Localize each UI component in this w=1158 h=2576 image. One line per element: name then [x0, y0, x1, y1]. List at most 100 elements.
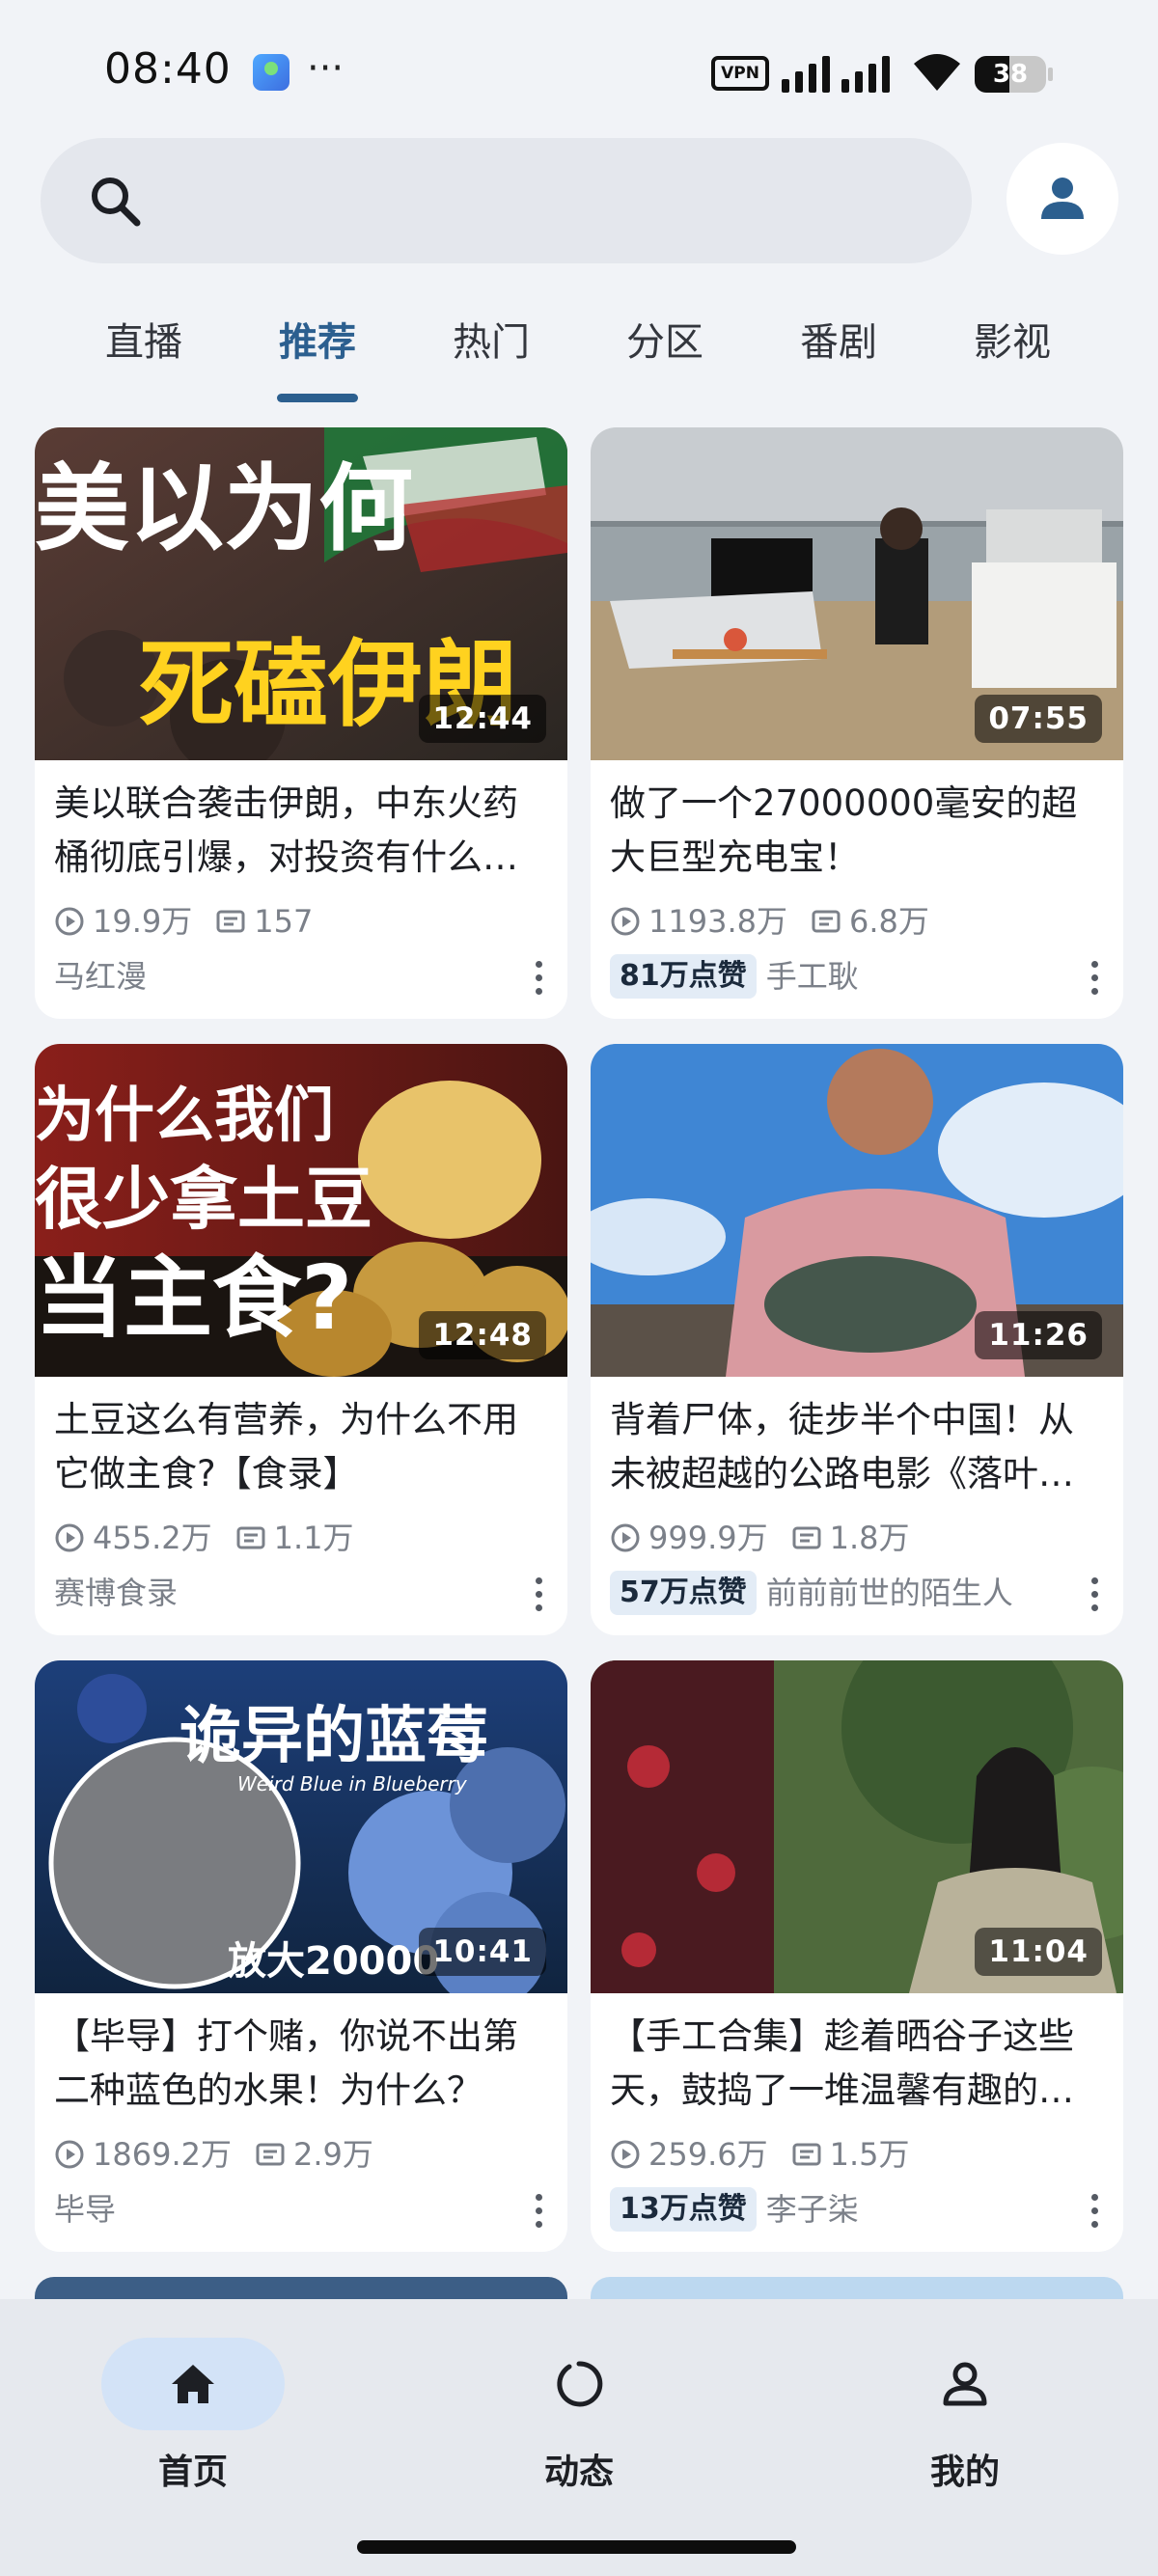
thumbnail-caption: Weird Blue in Blueberry [237, 1772, 468, 1795]
video-card[interactable]: 美以为何 死磕伊朗 12:44 美以联合袭击伊朗，中东火药桶彻底引爆，对投资有什… [35, 427, 567, 1019]
search-icon [92, 178, 141, 227]
app-notification-icon [253, 54, 290, 91]
video-meta: 81万点赞 手工耿 [610, 953, 859, 1000]
view-count: 1193.8万 [648, 903, 787, 940]
video-meta: 赛博食录 [54, 1570, 178, 1616]
video-thumbnail[interactable]: 诡异的蓝莓 Weird Blue in Blueberry 放大20000 10… [35, 1660, 567, 1993]
danmaku-count: 6.8万 [848, 903, 929, 940]
avatar-button[interactable] [1006, 143, 1118, 255]
home-icon [172, 2365, 214, 2403]
danmaku-count: 1.8万 [829, 1520, 910, 1556]
danmaku-count: 1.5万 [829, 2136, 910, 2173]
danmaku-icon [812, 910, 841, 933]
author-name[interactable]: 马红漫 [54, 953, 147, 1000]
danmaku-count: 2.9万 [292, 2136, 373, 2173]
more-options-icon[interactable] [527, 1576, 550, 1614]
danmaku-icon [236, 1526, 265, 1549]
video-title[interactable]: 背着尸体，徒步半个中国！从未被超越的公路电影《落叶归根》 [610, 1393, 1107, 1501]
video-thumbnail[interactable]: 为什么我们 很少拿土豆 当主食? 12:48 [35, 1044, 567, 1377]
danmaku-count: 157 [254, 903, 314, 940]
status-time: 08:40 [104, 44, 232, 94]
video-card[interactable]: 诡异的蓝莓 Weird Blue in Blueberry 放大20000 10… [35, 1660, 567, 2252]
vpn-icon: VPN [711, 56, 769, 91]
video-duration: 11:26 [975, 1311, 1102, 1359]
battery-level: 38 [992, 60, 1029, 89]
tab-movies[interactable]: 影视 [945, 294, 1080, 391]
user-icon [1041, 178, 1084, 219]
video-duration: 12:44 [419, 695, 546, 743]
more-options-icon[interactable] [1083, 2192, 1106, 2231]
video-duration: 10:41 [419, 1928, 546, 1976]
tab-recommended[interactable]: 推荐 [250, 294, 385, 391]
likes-badge: 57万点赞 [610, 1571, 757, 1615]
video-card[interactable]: 11:04 【手工合集】趁着晒谷子这些天，鼓捣了一堆温馨有趣的小物件 259.6… [591, 1660, 1123, 2252]
thumbnail-caption: 当主食? [35, 1247, 352, 1350]
video-title[interactable]: 【手工合集】趁着晒谷子这些天，鼓捣了一堆温馨有趣的小物件 [610, 2010, 1107, 2118]
view-count: 455.2万 [93, 1520, 212, 1556]
video-stats: 1193.8万 6.8万 [610, 900, 929, 943]
thumbnail-caption: 美以为何 [35, 454, 413, 564]
video-title[interactable]: 土豆这么有营养，为什么不用它做主食?【食录】 [54, 1393, 551, 1501]
video-meta: 毕导 [54, 2186, 116, 2233]
profile-icon [943, 2362, 987, 2406]
play-count-icon [55, 907, 84, 936]
video-card[interactable]: 11:26 背着尸体，徒步半个中国！从未被超越的公路电影《落叶归根》 999.9… [591, 1044, 1123, 1635]
video-thumbnail[interactable]: 11:26 [591, 1044, 1123, 1377]
author-name[interactable]: 前前前世的陌生人 [766, 1570, 1013, 1616]
author-name[interactable]: 赛博食录 [54, 1570, 178, 1616]
likes-badge: 13万点赞 [610, 2187, 757, 2232]
play-count-icon [55, 2140, 84, 2169]
home-indicator[interactable] [357, 2540, 796, 2554]
video-thumbnail[interactable]: 07:55 [591, 427, 1123, 760]
video-title[interactable]: 做了一个27000000毫安的超大巨型充电宝！ [610, 777, 1107, 885]
wifi-icon [914, 54, 960, 91]
video-meta: 57万点赞 前前前世的陌生人 [610, 1570, 1013, 1616]
play-count-icon [55, 1523, 84, 1552]
more-options-icon[interactable] [527, 959, 550, 998]
video-card[interactable]: 为什么我们 很少拿土豆 当主食? 12:48 土豆这么有营养，为什么不用它做主食… [35, 1044, 567, 1635]
video-stats: 19.9万 157 [54, 900, 313, 943]
view-count: 259.6万 [648, 2136, 768, 2173]
danmaku-icon [216, 910, 245, 933]
view-count: 1869.2万 [93, 2136, 232, 2173]
video-thumbnail[interactable]: 11:04 [591, 1660, 1123, 1993]
danmaku-icon [256, 2143, 285, 2166]
thumbnail-caption: 诡异的蓝莓 [179, 1701, 488, 1772]
author-name[interactable]: 李子柒 [766, 2186, 859, 2233]
nav-activity[interactable]: 动态 [482, 2338, 676, 2502]
tab-anime[interactable]: 番剧 [771, 294, 906, 391]
nav-profile[interactable]: 我的 [868, 2338, 1062, 2502]
activity-icon [557, 2361, 603, 2407]
play-count-icon [611, 2140, 640, 2169]
play-count-icon [611, 1523, 640, 1552]
tab-popular[interactable]: 热门 [424, 294, 559, 391]
category-tabs: 直播 推荐 热门 分区 番剧 影视 [0, 294, 1158, 405]
tab-live[interactable]: 直播 [76, 294, 211, 391]
danmaku-count: 1.1万 [273, 1520, 354, 1556]
video-duration: 07:55 [975, 695, 1102, 743]
video-title[interactable]: 【毕导】打个赌，你说不出第二种蓝色的水果！为什么？ [54, 2010, 551, 2118]
more-options-icon[interactable] [1083, 959, 1106, 998]
video-duration: 11:04 [975, 1928, 1102, 1976]
search-input[interactable] [166, 167, 938, 234]
nav-home[interactable]: 首页 [96, 2338, 290, 2502]
view-count: 999.9万 [648, 1520, 768, 1556]
video-stats: 259.6万 1.5万 [610, 2133, 910, 2176]
view-count: 19.9万 [93, 903, 193, 940]
more-options-icon[interactable] [527, 2192, 550, 2231]
nav-activity-label: 动态 [543, 2453, 614, 2492]
bottom-navigation: 首页 动态 我的 [0, 2299, 1158, 2576]
author-name[interactable]: 毕导 [54, 2186, 116, 2233]
more-options-icon[interactable] [1083, 1576, 1106, 1614]
signal-icon [782, 56, 890, 93]
thumbnail-caption: 很少拿土豆 [35, 1160, 372, 1239]
tab-zones[interactable]: 分区 [597, 294, 732, 391]
battery-icon: 38 [975, 56, 1053, 93]
video-card[interactable]: 07:55 做了一个27000000毫安的超大巨型充电宝！ 1193.8万 6.… [591, 427, 1123, 1019]
video-title[interactable]: 美以联合袭击伊朗，中东火药桶彻底引爆，对投资有什么影响？ [54, 777, 551, 885]
search-bar[interactable] [41, 138, 972, 263]
author-name[interactable]: 手工耿 [766, 953, 859, 1000]
video-thumbnail[interactable]: 美以为何 死磕伊朗 12:44 [35, 427, 567, 760]
video-stats: 455.2万 1.1万 [54, 1517, 354, 1559]
video-meta: 马红漫 [54, 953, 147, 1000]
